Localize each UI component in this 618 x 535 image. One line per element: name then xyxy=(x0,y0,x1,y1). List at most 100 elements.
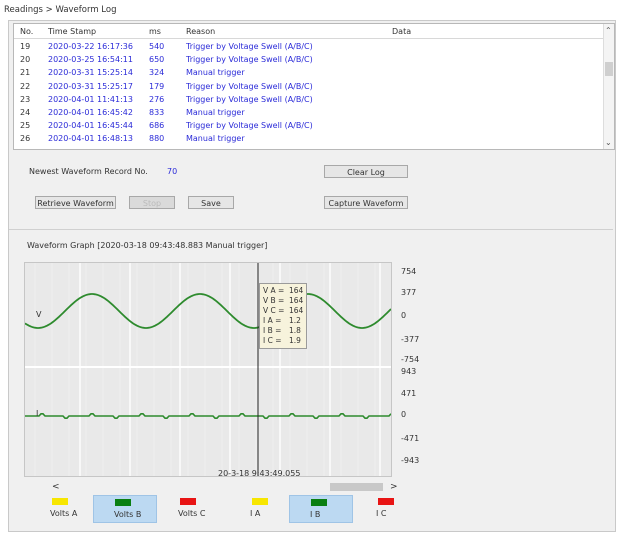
capture-waveform-button[interactable]: Capture Waveform xyxy=(324,196,408,209)
tooltip-key: V C = xyxy=(263,306,285,315)
log-cell-time: 2020-03-25 16:54:11 xyxy=(48,55,133,65)
tooltip-key: V B = xyxy=(263,296,285,305)
scroll-right-button[interactable]: > xyxy=(390,482,398,492)
tooltip-key: I B = xyxy=(263,326,282,335)
legend-toggle-5[interactable]: I C xyxy=(370,495,426,521)
v-tick-label: 377 xyxy=(401,288,417,297)
legend-label: Volts C xyxy=(178,509,206,518)
i-tick-label: 0 xyxy=(401,410,407,419)
log-cell-ms: 276 xyxy=(149,94,165,104)
log-cell-no: 24 xyxy=(20,108,31,117)
i-tick-label: 471 xyxy=(401,389,417,398)
scroll-left-button[interactable]: < xyxy=(52,482,60,492)
log-cell-ms: 540 xyxy=(149,42,165,51)
log-cell-time: 2020-03-22 16:17:36 xyxy=(48,42,133,51)
log-cell-ms: 686 xyxy=(149,121,165,131)
scroll-thumb[interactable] xyxy=(605,62,613,76)
i-tick-label: -471 xyxy=(401,434,420,443)
legend-swatch xyxy=(115,499,131,506)
col-no[interactable]: No. xyxy=(20,27,33,36)
col-reason[interactable]: Reason xyxy=(186,27,215,36)
tooltip-key: V A = xyxy=(263,286,285,295)
log-cell-time: 2020-03-31 15:25:14 xyxy=(48,68,133,78)
log-cell-no: 21 xyxy=(20,68,31,78)
legend-swatch xyxy=(311,499,327,506)
log-cell-time: 2020-04-01 11:41:13 xyxy=(48,94,133,104)
log-cell-ms: 833 xyxy=(149,108,165,117)
tooltip-value: 1.9 xyxy=(289,336,301,345)
graph-scroll-thumb[interactable] xyxy=(330,483,383,491)
log-row[interactable]: 24 2020-04-01 16:45:42 833 Manual trigger xyxy=(14,105,604,118)
legend-toggle-1[interactable]: Volts B xyxy=(93,495,157,523)
tooltip-value: 164 xyxy=(289,296,304,305)
log-cell-reason: Manual trigger xyxy=(186,108,245,117)
v-tick-label: 754 xyxy=(401,267,417,276)
log-cell-ms: 650 xyxy=(149,55,165,65)
log-scrollbar[interactable]: ⌃ ⌄ xyxy=(603,24,614,149)
tooltip-key: I C = xyxy=(263,336,282,345)
log-cell-reason: Trigger by Voltage Swell (A/B/C) xyxy=(186,94,313,104)
i-tick-label: -943 xyxy=(401,456,420,465)
legend-toggle-4[interactable]: I B xyxy=(289,495,353,523)
breadcrumb: Readings > Waveform Log xyxy=(4,5,117,15)
legend-label: Volts B xyxy=(114,510,142,519)
i-tick-label: 943 xyxy=(401,367,417,376)
legend-swatch xyxy=(378,498,394,505)
v-tick-label: -754 xyxy=(401,355,420,364)
log-row[interactable]: 25 2020-04-01 16:45:44 686 Trigger by Volta… xyxy=(14,118,604,131)
log-cell-ms: 324 xyxy=(149,68,165,78)
log-cell-reason: Trigger by Voltage Swell (A/B/C) xyxy=(186,55,313,65)
i-axis-label: I xyxy=(36,409,39,418)
scroll-up-icon[interactable]: ⌃ xyxy=(605,26,612,35)
cursor-readout-tooltip: V A = 164 V B = 164 V C = 164 I A = 1.2 I B = 1.8… xyxy=(259,283,307,349)
log-cell-time: 2020-04-01 16:48:13 xyxy=(48,134,133,144)
save-button[interactable]: Save xyxy=(188,196,234,209)
log-cell-time: 2020-04-01 16:45:42 xyxy=(48,108,133,117)
legend-swatch xyxy=(252,498,268,505)
log-cell-time: 2020-04-01 16:45:44 xyxy=(48,121,133,131)
tooltip-value: 1.8 xyxy=(289,326,301,335)
log-cell-reason: Trigger by Voltage Swell (A/B/C) xyxy=(186,121,313,131)
newest-record-value: 70 xyxy=(167,167,178,176)
legend-toggle-2[interactable]: Volts C xyxy=(172,495,228,521)
legend-label: Volts A xyxy=(50,509,78,518)
log-cell-reason: Trigger by Voltage Swell (A/B/C) xyxy=(186,42,313,51)
log-row[interactable]: 22 2020-03-31 15:25:17 179 Trigger by Volta… xyxy=(14,79,604,92)
col-time-stamp[interactable]: Time Stamp xyxy=(48,27,96,36)
legend-toggle-0[interactable]: Volts A xyxy=(44,495,100,521)
stop-button[interactable]: Stop xyxy=(129,196,175,209)
waveform-graph[interactable] xyxy=(24,262,392,477)
waveform-plot[interactable] xyxy=(24,263,392,476)
legend-swatch xyxy=(52,498,68,505)
log-row[interactable]: 26 2020-04-01 16:48:13 880 Manual trigger xyxy=(14,131,604,144)
divider xyxy=(9,229,613,230)
log-row[interactable]: 23 2020-04-01 11:41:13 276 Trigger by Volta… xyxy=(14,92,604,105)
tooltip-value: 164 xyxy=(289,306,304,315)
col-ms[interactable]: ms xyxy=(149,27,161,36)
log-cell-no: 19 xyxy=(20,42,31,51)
v-tick-label: 0 xyxy=(401,311,407,320)
log-row[interactable]: 20 2020-03-25 16:54:11 650 Trigger by Volta… xyxy=(14,52,604,65)
clear-log-button[interactable]: Clear Log xyxy=(324,165,408,178)
legend-label: I A xyxy=(250,509,261,518)
log-header: No. Time Stamp ms Reason Data xyxy=(14,24,604,39)
log-cell-reason: Manual trigger xyxy=(186,134,245,144)
log-cell-no: 23 xyxy=(20,94,31,104)
log-cell-reason: Trigger by Voltage Swell (A/B/C) xyxy=(186,81,313,91)
tooltip-value: 1.2 xyxy=(289,316,301,325)
log-cell-ms: 179 xyxy=(149,81,165,91)
log-cell-no: 26 xyxy=(20,134,31,144)
legend-label: I C xyxy=(376,509,387,518)
log-cell-reason: Manual trigger xyxy=(186,68,245,78)
newest-record-label: Newest Waveform Record No. xyxy=(29,167,148,176)
legend-label: I B xyxy=(310,510,321,519)
col-data[interactable]: Data xyxy=(392,27,411,36)
retrieve-waveform-button[interactable]: Retrieve Waveform xyxy=(35,196,116,209)
log-row[interactable]: 19 2020-03-22 16:17:36 540 Trigger by Volta… xyxy=(14,39,604,52)
log-cell-no: 22 xyxy=(20,81,31,91)
scroll-down-icon[interactable]: ⌄ xyxy=(605,138,612,147)
waveform-graph-title: Waveform Graph [2020-03-18 09:43:48.883 … xyxy=(27,241,268,250)
log-row[interactable]: 21 2020-03-31 15:25:14 324 Manual trigger xyxy=(14,65,604,78)
waveform-log-table[interactable]: No. Time Stamp ms Reason Data 19 2020-03-… xyxy=(13,23,615,150)
cursor-time-label: 20-3-18 9:43:49.055 xyxy=(218,469,301,478)
